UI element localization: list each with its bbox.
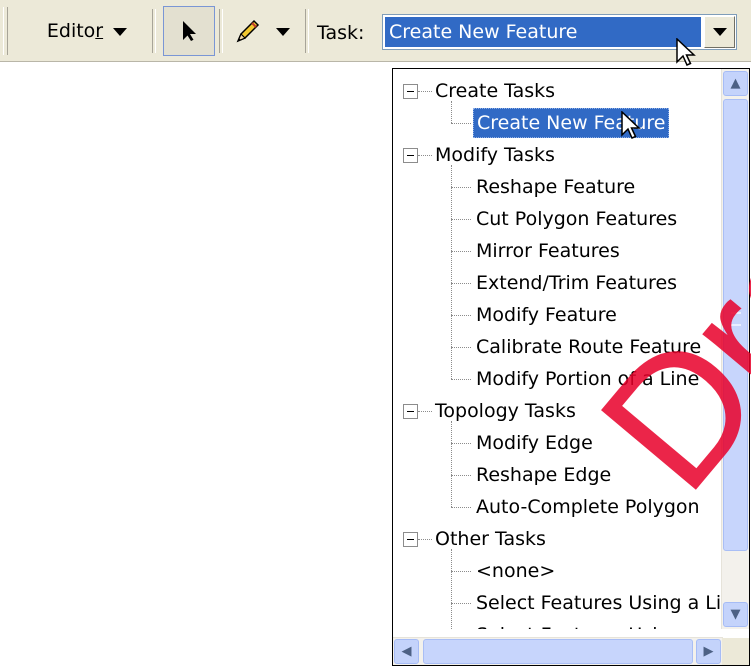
vertical-scroll-thumb[interactable] [723, 99, 748, 551]
tree-connector-line [418, 91, 432, 92]
tree-connector-line [451, 379, 471, 380]
tree-connector-line [451, 123, 471, 124]
tree-item-label: Create New Feature [473, 108, 670, 138]
editor-menu-label: Editor [46, 20, 104, 42]
scroll-down-button[interactable]: ▼ [723, 602, 748, 627]
tree-item-label: Modify Edge [476, 432, 593, 454]
tree-item-row[interactable]: Reshape Edge [393, 459, 723, 491]
task-dropdown-button[interactable] [704, 16, 735, 48]
scroll-left-button[interactable]: ◀ [394, 639, 419, 664]
edit-tool-button[interactable] [163, 6, 215, 56]
pointer-arrow-icon [183, 21, 196, 41]
task-selected-value: Create New Feature [385, 17, 701, 47]
chevron-up-icon: ▲ [730, 76, 741, 91]
chevron-left-icon: ◀ [401, 644, 412, 659]
tree-item-label: Reshape Edge [476, 464, 612, 486]
tree-item-row[interactable]: Modify Feature [393, 299, 723, 331]
tree-item-label: Modify Feature [476, 304, 617, 326]
tree-connector-line [451, 571, 471, 572]
scroll-up-button[interactable]: ▲ [723, 71, 748, 96]
toolbar-grip[interactable] [3, 7, 8, 55]
tree-group-row[interactable]: Other Tasks [393, 523, 723, 555]
tree-item-label: Cut Polygon Features [476, 208, 678, 230]
tree-group-row[interactable]: Topology Tasks [393, 395, 723, 427]
tree-item-row[interactable]: <none> [393, 555, 723, 587]
collapse-minus-icon[interactable] [403, 404, 418, 419]
collapse-minus-icon[interactable] [403, 84, 418, 99]
tree-item-label: Auto-Complete Polygon [476, 496, 700, 518]
tree-item-row[interactable]: Reshape Feature [393, 171, 723, 203]
tree-group-row[interactable]: Modify Tasks [393, 139, 723, 171]
sketch-tool-button[interactable] [226, 6, 298, 56]
tree-item-label: Extend/Trim Features [476, 272, 678, 294]
toolbar-separator [219, 9, 223, 53]
vertical-scrollbar[interactable]: ▲ ▼ [721, 69, 749, 629]
tree-item-label: Select Features Using a Lir [476, 592, 723, 614]
toolbar-separator [305, 9, 309, 53]
tree-group-row[interactable]: Create Tasks [393, 75, 723, 107]
tree-item-row[interactable]: Select Features Using an A [393, 619, 723, 629]
horizontal-scroll-thumb[interactable] [423, 639, 693, 664]
tree-group-label: Modify Tasks [435, 144, 555, 166]
tree-item-label: Mirror Features [476, 240, 620, 262]
task-tree: Create Tasks Create New Feature Modify Tas… [393, 69, 723, 629]
tree-item-row[interactable]: Modify Edge [393, 427, 723, 459]
tree-item-row[interactable]: Extend/Trim Features [393, 267, 723, 299]
tree-connector-line [451, 219, 471, 220]
chevron-down-icon: ▼ [730, 607, 741, 622]
tree-item-label: <none> [476, 560, 556, 582]
tree-connector-line [451, 283, 471, 284]
tree-item-label: Modify Portion of a Line [476, 368, 700, 390]
tree-connector-line [451, 251, 471, 252]
tree-connector-line [418, 539, 432, 540]
tree-item-row[interactable]: Calibrate Route Feature [393, 331, 723, 363]
tree-connector-line [418, 155, 432, 156]
tree-item-row[interactable]: Mirror Features [393, 235, 723, 267]
tree-group-label: Topology Tasks [435, 400, 576, 422]
tree-item-row[interactable]: Modify Portion of a Line [393, 363, 723, 395]
tree-item-row[interactable]: Auto-Complete Polygon [393, 491, 723, 523]
tree-item-row[interactable]: Cut Polygon Features [393, 203, 723, 235]
chevron-down-icon [113, 28, 128, 36]
tree-connector-line [451, 475, 471, 476]
tree-connector-line [451, 603, 471, 604]
tree-connector-line [451, 347, 471, 348]
pencil-icon [236, 19, 260, 43]
tree-group-label: Create Tasks [435, 80, 556, 102]
editor-menu-button[interactable]: Editor [29, 6, 145, 56]
tree-item-label: Select Features Using an A [473, 619, 723, 629]
tree-connector-line [451, 507, 471, 508]
scroll-grip-icon [731, 312, 741, 326]
scroll-right-button[interactable]: ▶ [696, 639, 721, 664]
scroll-corner [722, 638, 749, 665]
chevron-down-icon [276, 28, 290, 36]
tree-item-row[interactable]: Create New Feature [393, 107, 723, 139]
chevron-down-icon [712, 28, 727, 36]
tree-item-label: Calibrate Route Feature [476, 336, 702, 358]
collapse-minus-icon[interactable] [403, 148, 418, 163]
tree-item-label: Reshape Feature [476, 176, 636, 198]
task-dropdown[interactable]: Create New Feature [382, 14, 737, 50]
toolbar-separator [152, 9, 156, 53]
tree-connector-line [418, 411, 432, 412]
tree-connector-line [451, 443, 471, 444]
tree-connector-line [451, 187, 471, 188]
collapse-minus-icon[interactable] [403, 532, 418, 547]
horizontal-scrollbar[interactable]: ◀ ▶ [393, 637, 723, 665]
tree-item-row[interactable]: Select Features Using a Lir [393, 587, 723, 619]
chevron-right-icon: ▶ [703, 644, 714, 659]
task-label: Task: [317, 22, 365, 44]
tree-connector-line [451, 315, 471, 316]
task-dropdown-list: Create Tasks Create New Feature Modify Tas… [392, 68, 750, 666]
editor-toolbar: Editor Task: Create New Feature [0, 0, 751, 62]
